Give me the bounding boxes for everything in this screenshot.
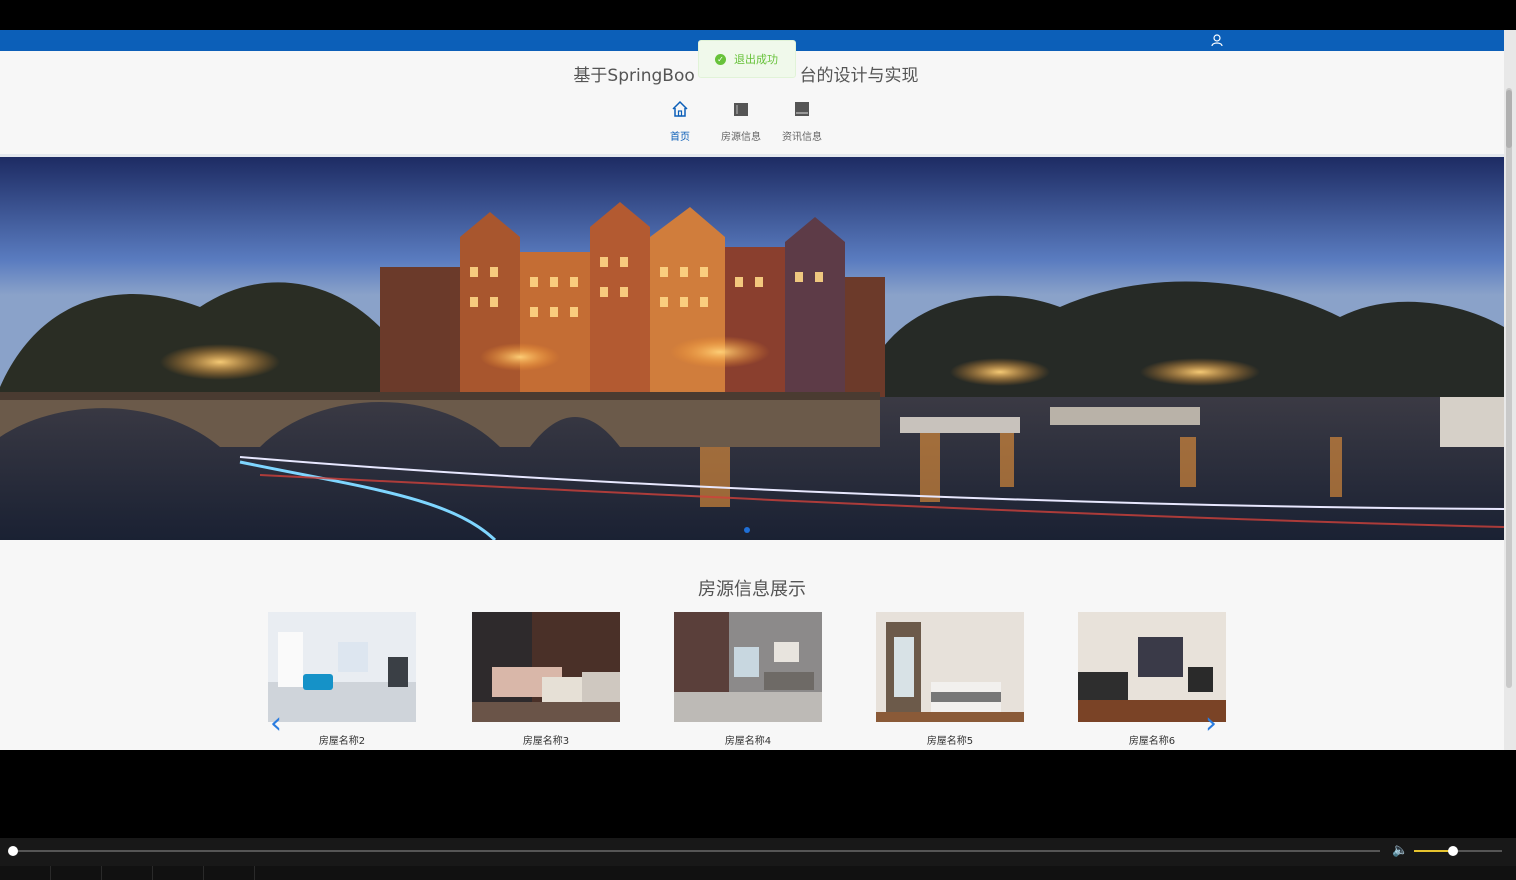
progress-handle[interactable] (8, 846, 18, 856)
house-card-carousel: 房屋名称2 房屋名称3 房屋名称4 房屋名称5 房屋名称6 (268, 612, 1226, 750)
house-card[interactable]: 房屋名称2 (268, 612, 416, 747)
home-icon (672, 100, 688, 117)
taskbar-divider (254, 866, 255, 880)
hero-banner-carousel[interactable] (0, 157, 1504, 540)
house-name: 房屋名称6 (1128, 736, 1176, 747)
nav-news-label: 资讯信息 (782, 132, 822, 143)
nav-home-label: 首页 (670, 132, 690, 143)
scrollbar-thumb[interactable] (1506, 90, 1512, 148)
nav-home[interactable]: 首页 (650, 100, 710, 152)
check-circle-icon: ✓ (715, 53, 726, 65)
section-title: 房源信息展示 (698, 579, 806, 600)
carousel-indicator[interactable] (744, 527, 750, 533)
house-thumbnail[interactable] (472, 612, 620, 722)
page-title-suffix: 台的设计与实现 (799, 66, 919, 86)
house-thumbnail[interactable] (1078, 612, 1226, 722)
house-card[interactable]: 房屋名称4 (674, 612, 822, 747)
taskbar-divider (50, 866, 51, 880)
web-page: 基于SpringBoo 台的设计与实现 ✓ 退出成功 首页 房源信息 资讯信息 … (0, 30, 1504, 750)
house-card[interactable]: 房屋名称5 (876, 612, 1024, 747)
toast-message: 退出成功 (734, 53, 778, 66)
user-icon[interactable] (1210, 33, 1224, 47)
house-name: 房屋名称5 (926, 736, 974, 747)
carousel-prev-arrow[interactable]: ‹ (270, 708, 284, 740)
taskbar-divider (152, 866, 153, 880)
page-title-prefix: 基于SpringBoo (573, 66, 695, 86)
house-name: 房屋名称2 (318, 736, 366, 747)
house-info-icon (734, 103, 748, 116)
taskbar-strip (0, 866, 1516, 880)
nav-house-info[interactable]: 房源信息 (711, 100, 771, 152)
house-thumbnail[interactable] (674, 612, 822, 722)
volume-slider[interactable] (1414, 850, 1502, 852)
volume-handle[interactable] (1448, 846, 1458, 856)
news-icon (795, 102, 809, 116)
taskbar-divider (203, 866, 204, 880)
success-toast: ✓ 退出成功 (698, 40, 796, 78)
house-card[interactable]: 房屋名称3 (472, 612, 620, 747)
taskbar-divider (101, 866, 102, 880)
letterbox-top (0, 0, 1516, 30)
nav-news[interactable]: 资讯信息 (772, 100, 832, 152)
carousel-next-arrow[interactable]: › (1205, 708, 1219, 740)
house-thumbnail[interactable] (876, 612, 1024, 722)
house-card[interactable]: 房屋名称6 (1078, 612, 1226, 747)
nav-house-info-label: 房源信息 (721, 132, 761, 143)
banner-canal-image (0, 157, 1504, 540)
main-nav: 首页 房源信息 资讯信息 (650, 100, 850, 152)
progress-bar[interactable] (12, 850, 1380, 852)
page-scrollbar[interactable] (1504, 30, 1516, 750)
house-name: 房屋名称4 (724, 736, 772, 747)
volume-level-fill (1414, 850, 1453, 852)
house-name: 房屋名称3 (522, 736, 570, 747)
volume-icon[interactable]: 🔈 (1392, 844, 1408, 858)
house-thumbnail[interactable] (268, 612, 416, 722)
scrollbar-track-fill (1506, 88, 1512, 688)
